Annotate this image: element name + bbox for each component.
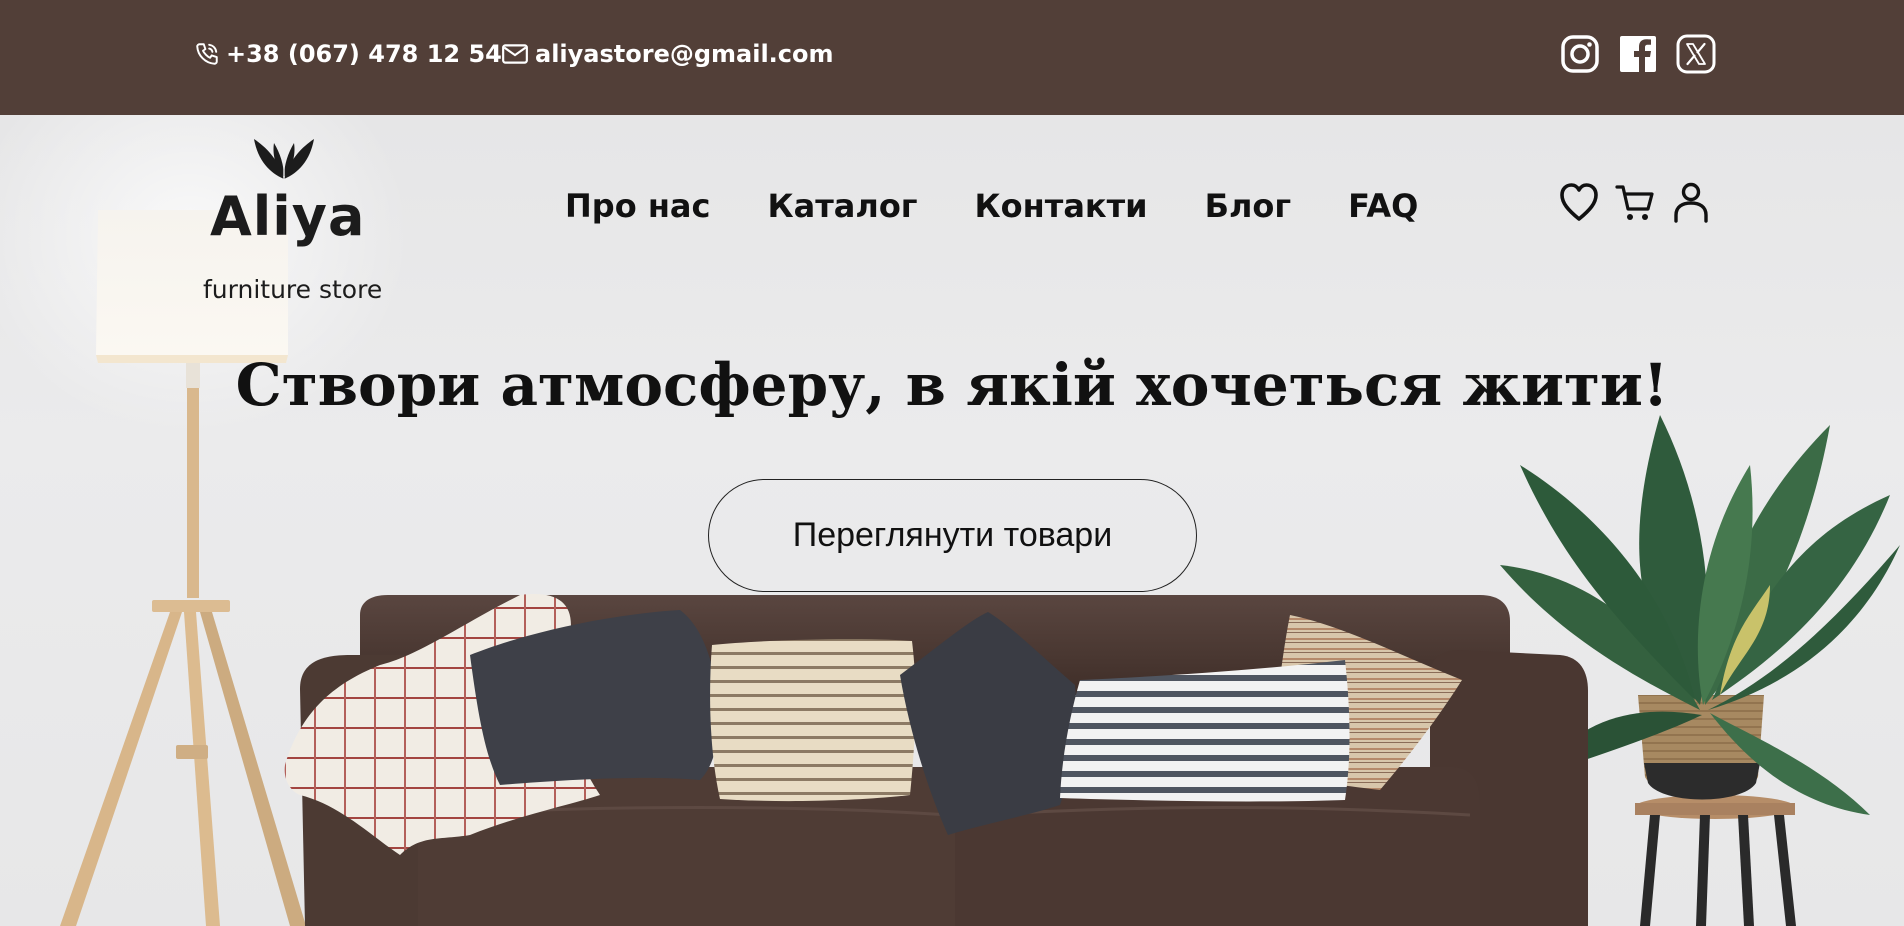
main-nav: Про нас Каталог Контакти Блог FAQ (565, 187, 1418, 225)
hero-section: Aliya furniture store Про нас Каталог Ко… (0, 115, 1904, 926)
nav-item-faq[interactable]: FAQ (1348, 187, 1418, 225)
email-address: aliyastore@gmail.com (535, 40, 834, 68)
phone-number: +38 (067) 478 12 54 (226, 40, 502, 68)
cart-icon[interactable] (1614, 180, 1656, 224)
social-links (1560, 34, 1716, 74)
mail-icon (502, 44, 528, 64)
nav-item-contacts[interactable]: Контакти (975, 187, 1148, 225)
brand-logo[interactable]: Aliya furniture store (200, 133, 390, 304)
logo-name: Aliya (210, 185, 366, 248)
nav-item-catalog[interactable]: Каталог (767, 187, 917, 225)
user-actions (1558, 180, 1712, 224)
nav-item-about[interactable]: Про нас (565, 187, 710, 225)
heart-icon[interactable] (1558, 180, 1600, 224)
instagram-icon[interactable] (1560, 34, 1600, 74)
hero-headline: Створи атмосферу, в якій хочеться жити! (235, 351, 1669, 419)
logo-leaves-icon (254, 139, 314, 179)
phone-contact[interactable]: +38 (067) 478 12 54 (194, 40, 502, 68)
phone-icon (196, 43, 218, 65)
logo-subtitle: furniture store (203, 275, 383, 304)
email-contact[interactable]: aliyastore@gmail.com (501, 40, 834, 68)
top-contact-bar: +38 (067) 478 12 54 aliyastore@gmail.com (0, 0, 1904, 115)
view-products-button[interactable]: Переглянути товари (708, 479, 1197, 592)
user-icon[interactable] (1670, 180, 1712, 224)
facebook-icon[interactable] (1618, 34, 1658, 74)
x-icon[interactable] (1676, 34, 1716, 74)
nav-item-blog[interactable]: Блог (1205, 187, 1292, 225)
